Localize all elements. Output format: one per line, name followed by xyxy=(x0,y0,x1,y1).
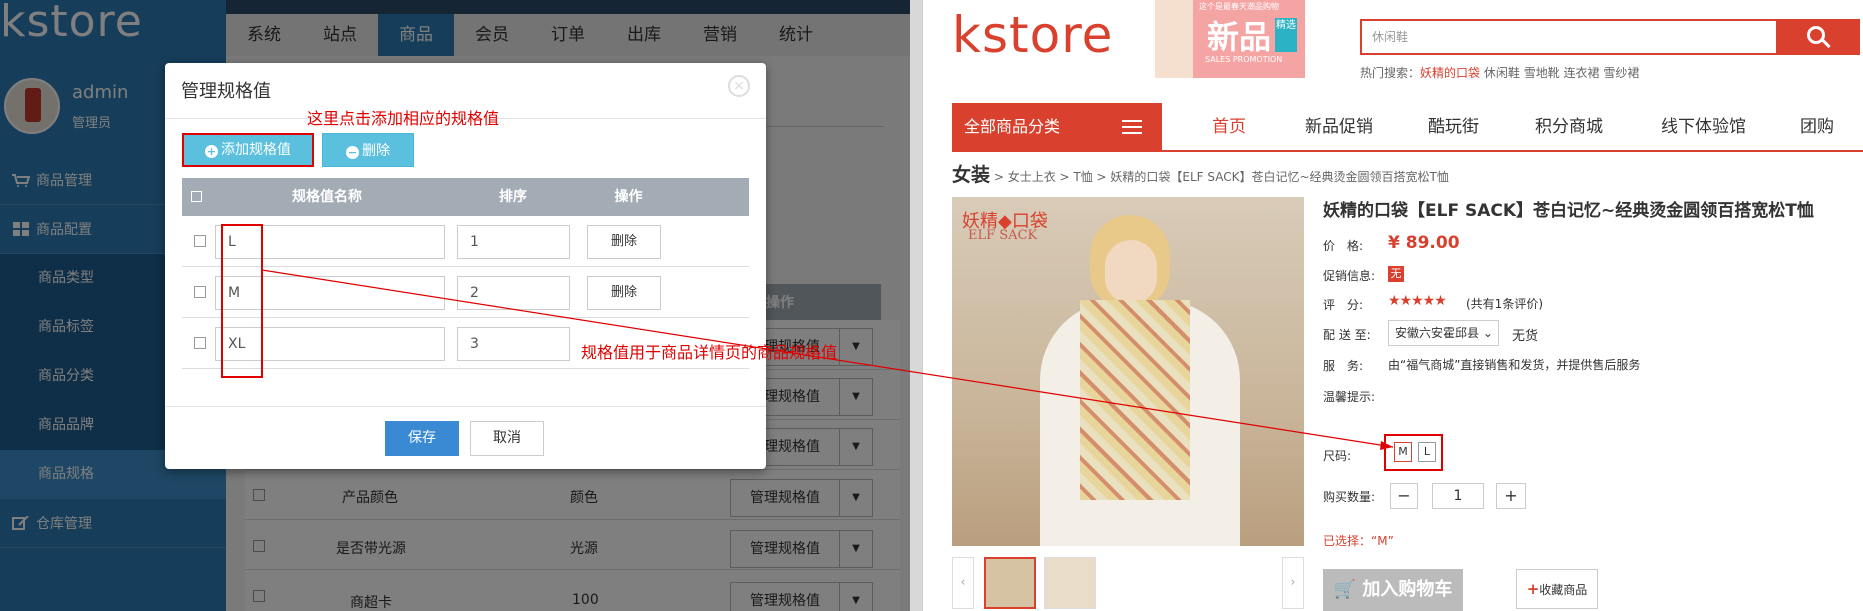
delete-button[interactable]: − 删除 xyxy=(322,133,414,167)
modal-title: 管理规格值 xyxy=(181,81,271,102)
sort-input[interactable]: 1 xyxy=(457,225,570,259)
table-row: L 1 删除 xyxy=(182,216,749,267)
ship-region-select[interactable]: 安徽六安霍邱县 ⌄ xyxy=(1388,320,1499,346)
sort-input[interactable]: 3 xyxy=(457,327,570,361)
nav-underline xyxy=(952,150,1863,152)
row-delete-button[interactable]: 删除 xyxy=(587,276,661,310)
header-sort: 排序 xyxy=(499,189,527,205)
plus-circle-icon: + xyxy=(205,145,218,158)
hot-search: 热门搜索：妖精的口袋 休闲鞋 雪地靴 连衣裙 雪纱裙 xyxy=(1360,64,1639,81)
delete-label: 删除 xyxy=(362,143,390,159)
chevron-down-icon: ⌄ xyxy=(1482,326,1493,340)
nav-home[interactable]: 首页 xyxy=(1212,103,1246,151)
breadcrumb: 女装 > 女士上衣 > T恤 > 妖精的口袋【ELF SACK】苍白记忆~经典烫… xyxy=(952,160,1449,187)
row-checkbox[interactable] xyxy=(194,235,206,247)
thumbnail-2[interactable] xyxy=(1044,557,1096,609)
qty-input[interactable]: 1 xyxy=(1432,483,1484,509)
hot-label: 热门搜索： xyxy=(1360,66,1421,80)
product-price: ¥ 89.00 xyxy=(1388,233,1460,253)
rating-label: 评 分: xyxy=(1323,298,1364,312)
cart-icon: 🛒 xyxy=(1333,579,1357,600)
add-to-cart-button[interactable]: 🛒 加入购物车 xyxy=(1323,569,1463,611)
header-ops: 操作 xyxy=(614,189,643,205)
minus-circle-icon: − xyxy=(346,146,359,159)
nav-offline-store[interactable]: 线下体验馆 xyxy=(1661,103,1746,151)
select-all-checkbox[interactable] xyxy=(191,191,202,202)
plus-icon: + xyxy=(1526,580,1540,598)
nav-cool-street[interactable]: 酷玩街 xyxy=(1428,103,1479,151)
window-divider xyxy=(922,0,951,611)
size-option-m[interactable]: M xyxy=(1394,442,1412,462)
tip-label: 温馨提示: xyxy=(1323,390,1376,404)
qty-label: 购买数量: xyxy=(1323,490,1376,504)
size-label: 尺码: xyxy=(1323,449,1352,463)
review-count[interactable]: (共有1条评价) xyxy=(1466,295,1543,312)
selected-spec: 已选择：“M” xyxy=(1323,534,1394,548)
thumb-next-icon[interactable]: › xyxy=(1282,557,1304,609)
promo-top-text: 这个是最春天潮品购物 xyxy=(1199,2,1279,11)
highlight-box xyxy=(221,224,263,378)
spec-table-header: 规格值名称 排序 操作 xyxy=(182,178,749,216)
service-text: 由“福气商城”直接销售和发货，并提供售后服务 xyxy=(1388,358,1641,372)
favorite-label: 收藏商品 xyxy=(1539,583,1588,597)
promo-photo xyxy=(1155,0,1193,78)
hot-link[interactable]: 雪纱裙 xyxy=(1603,66,1639,80)
service-label: 服 务: xyxy=(1323,359,1364,373)
promo-tag: 精选 xyxy=(1275,18,1297,52)
hot-link[interactable]: 连衣裙 xyxy=(1564,66,1600,80)
thumbnail-1[interactable] xyxy=(984,557,1036,609)
promo-title: 新品 xyxy=(1207,18,1272,56)
ship-label: 配 送 至: xyxy=(1323,328,1371,342)
stock-status: 无货 xyxy=(1512,329,1539,344)
image-brand-logo-en: ELF SACK xyxy=(968,228,1038,243)
qty-increase-button[interactable]: + xyxy=(1496,483,1526,509)
promo-info-badge: 无 xyxy=(1388,266,1404,282)
cancel-button[interactable]: 取消 xyxy=(470,421,544,456)
add-spec-value-label: 添加规格值 xyxy=(221,142,291,158)
add-spec-value-button[interactable]: + 添加规格值 xyxy=(182,133,314,167)
ship-region-value: 安徽六安霍邱县 xyxy=(1395,326,1480,340)
save-button[interactable]: 保存 xyxy=(385,421,459,456)
thumb-prev-icon[interactable]: ‹ xyxy=(952,557,974,609)
nav-group-buy[interactable]: 团购 xyxy=(1800,103,1834,151)
close-icon[interactable]: × xyxy=(728,75,750,97)
search-input[interactable]: 休闲鞋 xyxy=(1360,19,1778,55)
nav-new-promo[interactable]: 新品促销 xyxy=(1305,103,1373,151)
hot-link[interactable]: 休闲鞋 xyxy=(1484,66,1520,80)
qty-decrease-button[interactable]: − xyxy=(1390,483,1418,509)
sort-input[interactable]: 2 xyxy=(457,276,570,310)
scrollbar[interactable] xyxy=(910,0,922,611)
store-logo[interactable]: kstore xyxy=(952,6,1113,64)
row-delete-button[interactable]: 删除 xyxy=(587,225,661,259)
size-option-l[interactable]: L xyxy=(1418,442,1436,462)
row-checkbox[interactable] xyxy=(194,337,206,349)
add-to-cart-label: 加入购物车 xyxy=(1362,579,1453,600)
annotation-arrow-note: 规格值用于商品详情页的商品规格值 xyxy=(581,343,838,362)
divider xyxy=(165,406,766,407)
breadcrumb-path[interactable]: > 女士上衣 > T恤 > 妖精的口袋【ELF SACK】苍白记忆~经典烫金圆领… xyxy=(990,170,1449,184)
row-checkbox[interactable] xyxy=(194,286,206,298)
header-name: 规格值名称 xyxy=(292,189,362,205)
promo-banner[interactable]: 这个是最春天潮品购物 新品 精选 SALES PROMOTION xyxy=(1155,0,1305,78)
annotation-note: 这里点击添加相应的规格值 xyxy=(307,109,500,128)
table-row: M 2 删除 xyxy=(182,267,749,318)
star-rating-icon: ★★★★★ xyxy=(1388,293,1447,309)
product-title: 妖精的口袋【ELF SACK】苍白记忆~经典烫金圆领百搭宽松T恤 xyxy=(1323,201,1814,221)
nav-points-mall[interactable]: 积分商城 xyxy=(1535,103,1603,151)
promo-info-label: 促销信息: xyxy=(1323,269,1376,283)
price-label: 价 格: xyxy=(1323,239,1364,253)
favorite-button[interactable]: +收藏商品 xyxy=(1516,569,1598,609)
promo-subtitle: SALES PROMOTION xyxy=(1205,55,1283,64)
hot-link[interactable]: 妖精的口袋 xyxy=(1420,66,1480,80)
hot-link[interactable]: 雪地靴 xyxy=(1524,66,1560,80)
breadcrumb-root[interactable]: 女装 xyxy=(952,164,990,186)
